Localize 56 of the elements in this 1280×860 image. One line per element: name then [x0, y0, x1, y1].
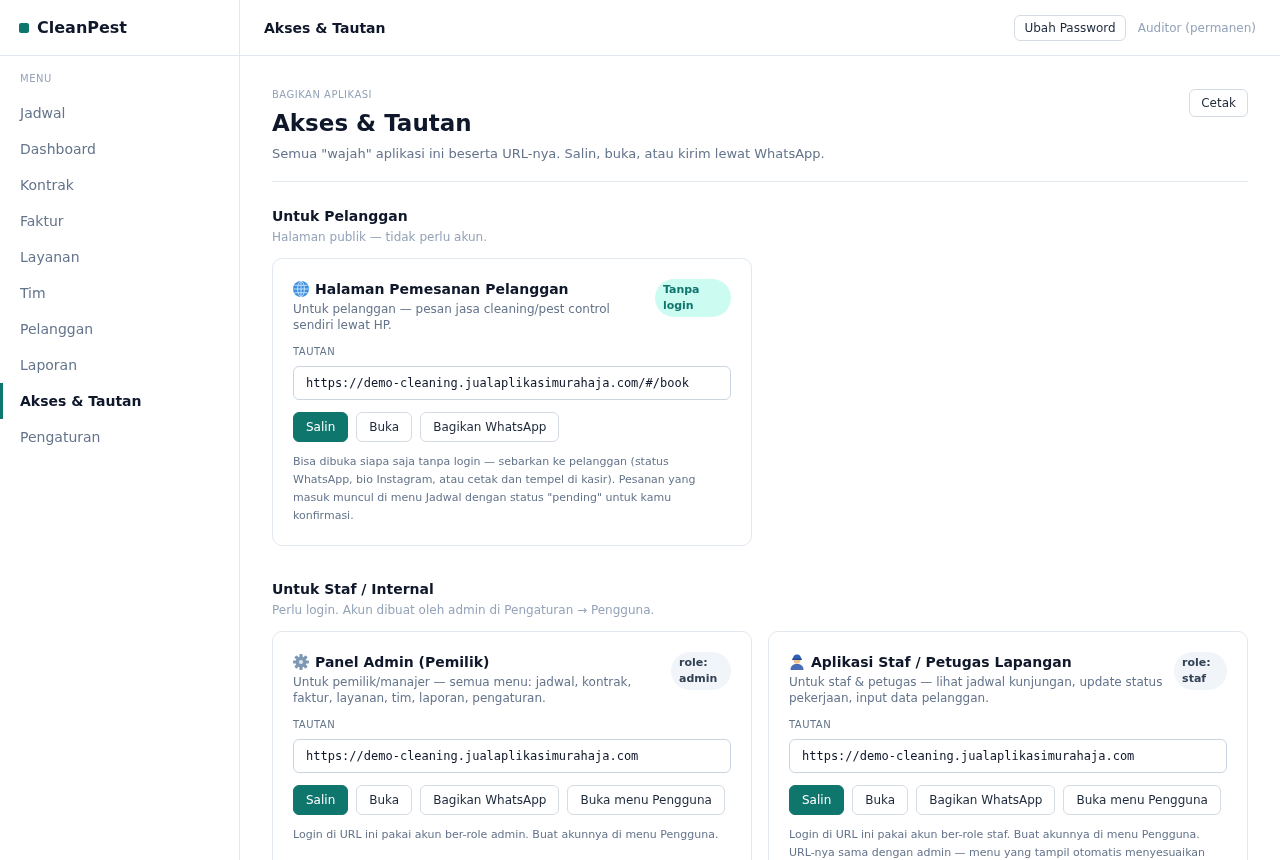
card-note: Login di URL ini pakai akun ber-role admin. Buat akunnya di menu Pengguna. [293, 827, 720, 843]
app-name: CleanPest [37, 17, 127, 38]
users-menu-button[interactable]: Buka menu Pengguna [1063, 785, 1221, 815]
page-subtitle: Semua "wajah" aplikasi ini beserta URL-nya. Salin, buka, atau kirim lewat WhatsApp. [272, 145, 825, 163]
change-password-button[interactable]: Ubah Password [1014, 14, 1126, 41]
card-title: Halaman Pemesanan Pelanggan [315, 280, 569, 299]
sidebar-item[interactable]: Jadwal [0, 95, 239, 131]
page-title: Akses & Tautan [272, 109, 473, 138]
sidebar-item[interactable]: Akses & Tautan [0, 383, 239, 419]
section-title: Untuk Staf / Internal [272, 580, 435, 599]
url-field[interactable]: https://demo-cleaning.jualaplikasimurahaja.com [293, 739, 731, 773]
sidebar-item[interactable]: Pengaturan [0, 419, 239, 455]
whatsapp-share-button[interactable]: Bagikan WhatsApp [420, 785, 560, 815]
access-badge: role: staf [1174, 652, 1227, 690]
globe-icon [293, 281, 309, 297]
link-label: TAUTAN [789, 718, 833, 732]
link-label: TAUTAN [293, 345, 337, 359]
section-subtitle: Halaman publik — tidak perlu akun. [272, 229, 489, 245]
sidebar-item[interactable]: Layanan [0, 239, 239, 275]
copy-button[interactable]: Salin [789, 785, 845, 815]
card-description: Untuk pemilik/manajer — semua menu: jadwal, kontrak, faktur, layanan, tim, laporan, pengaturan. [293, 674, 633, 706]
sidebar-item[interactable]: Faktur [0, 203, 239, 239]
worker-icon [789, 654, 805, 670]
sidebar-item[interactable]: Tim [0, 275, 239, 311]
card-description: Untuk staf & petugas — lihat jadwal kunjungan, update status pekerjaan, input data pelanggan. [789, 674, 1164, 706]
section-title: Untuk Pelanggan [272, 207, 409, 226]
users-menu-button[interactable]: Buka menu Pengguna [567, 785, 725, 815]
access-badge: role: admin [670, 652, 731, 690]
sidebar-item[interactable]: Dashboard [0, 131, 239, 167]
link-label: TAUTAN [293, 718, 337, 732]
access-badge: Tanpa login [654, 279, 731, 317]
print-button[interactable]: Cetak [1189, 89, 1248, 117]
whatsapp-share-button[interactable]: Bagikan WhatsApp [916, 785, 1056, 815]
url-field[interactable]: https://demo-cleaning.jualaplikasimurahaja.com/#/book [293, 366, 731, 400]
card-title: Aplikasi Staf / Petugas Lapangan [811, 653, 1072, 672]
copy-button[interactable]: Salin [293, 412, 349, 442]
whatsapp-share-button[interactable]: Bagikan WhatsApp [420, 412, 560, 442]
header-title: Akses & Tautan [264, 19, 386, 36]
section-subtitle: Perlu login. Akun dibuat oleh admin di Pengaturan → Pengguna. [272, 602, 656, 618]
card-note: Login di URL ini pakai akun ber-role staf. Buat akunnya di menu Pengguna. URL-nya sama dengan admin — menu yang tampil otomatis menyesuaikan [789, 827, 1207, 860]
open-button[interactable]: Buka [356, 785, 413, 815]
copy-button[interactable]: Salin [293, 785, 349, 815]
menu-label: MENU [19, 72, 53, 86]
open-button[interactable]: Buka [852, 785, 909, 815]
card-title: Panel Admin (Pemilik) [315, 653, 490, 672]
card-note: Bisa dibuka siapa saja tanpa login — sebarkan ke pelanggan (status WhatsApp, bio Instagram, atau cetak dan tempel di kasir). Pesanan yang masuk muncul di menu Jadwal dengan status "pending" untuk kamu konfirmasi. [293, 454, 697, 524]
sidebar-item[interactable]: Kontrak [0, 167, 239, 203]
sidebar-item[interactable]: Laporan [0, 347, 239, 383]
card-description: Untuk pelanggan — pesan jasa cleaning/pest control sendiri lewat HP. [293, 301, 611, 333]
gear-icon [293, 654, 309, 670]
user-role-label: Auditor (permanen) [1137, 20, 1256, 35]
url-field[interactable]: https://demo-cleaning.jualaplikasimurahaja.com [789, 739, 1227, 773]
eyebrow-label: BAGIKAN APLIKASI [272, 88, 374, 102]
sidebar-item[interactable]: Pelanggan [0, 311, 239, 347]
logo-mark-icon [19, 22, 29, 33]
open-button[interactable]: Buka [356, 412, 413, 442]
